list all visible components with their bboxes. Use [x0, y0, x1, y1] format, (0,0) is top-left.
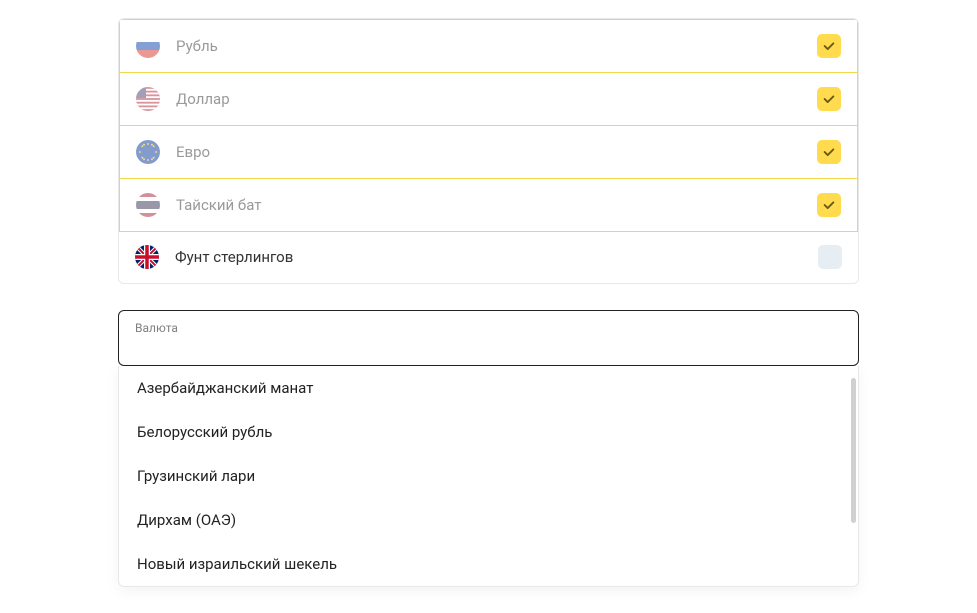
check-icon — [822, 92, 836, 106]
flag-ru-icon — [136, 34, 160, 58]
flag-th-icon — [136, 193, 160, 217]
currency-label: Доллар — [176, 90, 817, 108]
currency-row-gbp[interactable]: Фунт стерлингов — [119, 231, 858, 283]
scrollbar-thumb[interactable] — [851, 378, 856, 523]
dropdown-item[interactable]: Азербайджанский манат — [119, 366, 858, 410]
checkbox-checked[interactable] — [817, 193, 841, 217]
dropdown-scroll[interactable]: Азербайджанский манат Белорусский рубль … — [119, 366, 858, 586]
currency-row-eur[interactable]: Евро — [119, 125, 858, 179]
check-icon — [822, 145, 836, 159]
combobox-value — [135, 337, 842, 355]
flag-gb-icon — [135, 245, 159, 269]
checkbox-checked[interactable] — [817, 34, 841, 58]
currency-label: Рубль — [176, 37, 817, 55]
dropdown-item[interactable]: Белорусский рубль — [119, 410, 858, 454]
dropdown: Азербайджанский манат Белорусский рубль … — [118, 366, 859, 587]
dropdown-item[interactable]: Дирхам (ОАЭ) — [119, 498, 858, 542]
currency-label: Евро — [176, 143, 817, 161]
combobox-label: Валюта — [135, 321, 842, 335]
check-icon — [822, 39, 836, 53]
dropdown-item[interactable]: Грузинский лари — [119, 454, 858, 498]
currency-label: Фунт стерлингов — [175, 248, 818, 266]
checkbox-checked[interactable] — [817, 140, 841, 164]
currency-row-thb[interactable]: Тайский бат — [119, 178, 858, 232]
checkbox-unchecked[interactable] — [818, 245, 842, 269]
checkbox-checked[interactable] — [817, 87, 841, 111]
combobox-field[interactable]: Валюта — [118, 310, 859, 366]
check-icon — [822, 198, 836, 212]
currency-row-usd[interactable]: Доллар — [119, 72, 858, 126]
flag-us-icon — [136, 87, 160, 111]
dropdown-item[interactable]: Новый израильский шекель — [119, 542, 858, 586]
currency-combobox: Валюта Азербайджанский манат Белорусский… — [118, 310, 859, 587]
currency-label: Тайский бат — [176, 196, 817, 214]
currency-row-rub[interactable]: Рубль — [119, 19, 858, 73]
currency-list: Рубль Доллар — [118, 18, 859, 284]
flag-eu-icon — [136, 140, 160, 164]
